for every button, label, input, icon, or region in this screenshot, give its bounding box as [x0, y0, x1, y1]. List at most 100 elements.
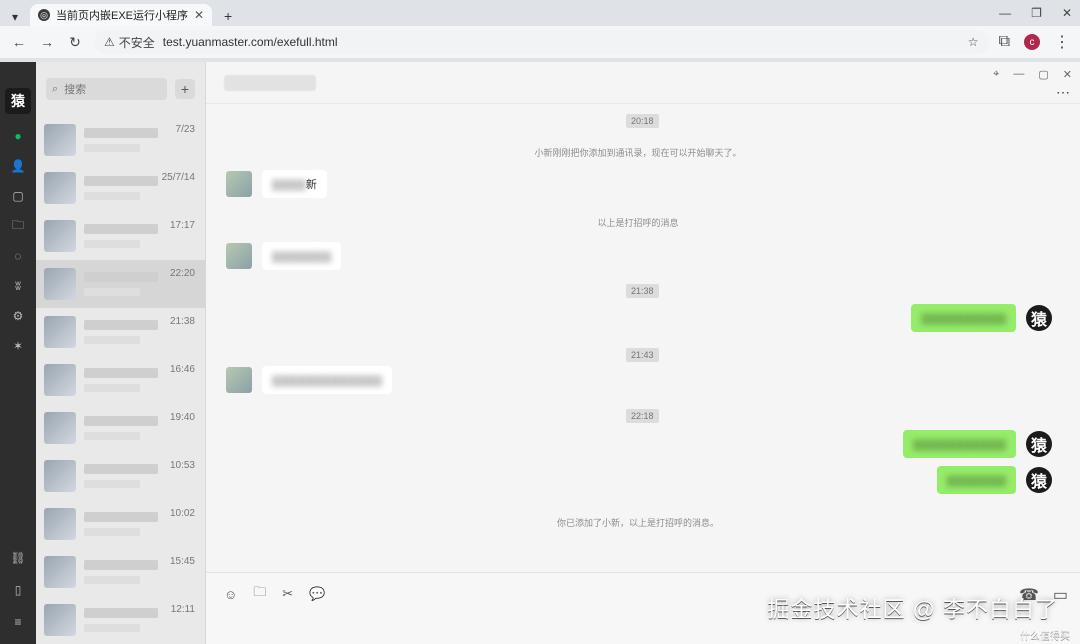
list-item[interactable]: 16:46	[36, 356, 205, 404]
timestamp: 20:18	[626, 114, 659, 128]
list-item-time: 15:45	[169, 556, 195, 567]
avatar	[44, 220, 76, 252]
message-bubble[interactable]: ▇▇▇▇▇▇▇▇▇▇▇	[902, 430, 1016, 458]
composer-tools: ☺ 🗀 ✂ 💬	[206, 581, 1080, 607]
message-area: 20:18 小新刚刚把你添加到通讯录，现在可以开始聊天了。 ▇▇▇▇ 新 以上是…	[206, 104, 1080, 572]
list-item-time: 25/7/14	[161, 172, 195, 183]
video-icon[interactable]: ▭	[1053, 585, 1068, 605]
sparkle-icon[interactable]: ✶	[10, 338, 26, 354]
more-icon[interactable]: ⋯	[1056, 84, 1070, 101]
scissors-icon[interactable]: ✂	[282, 586, 293, 602]
list-item[interactable]: 21:38	[36, 308, 205, 356]
chat-icon[interactable]: ●	[10, 128, 26, 144]
close-icon[interactable]: ✕	[1063, 68, 1072, 81]
watermark-subtext: 什么值得买	[1020, 631, 1070, 642]
folder-icon[interactable]: 🗀	[253, 583, 266, 605]
rail-bottom: ⛓ ▯ ≡	[10, 550, 26, 630]
back-icon[interactable]: ←	[10, 34, 28, 50]
menu-dots-icon[interactable]: ⋮	[1054, 32, 1070, 52]
reload-icon[interactable]: ↻	[66, 34, 84, 51]
list-item[interactable]: 17:17	[36, 212, 205, 260]
list-item[interactable]: 10:02	[36, 500, 205, 548]
link-icon[interactable]: ⛓	[10, 550, 26, 566]
close-tab-icon[interactable]: ✕	[194, 8, 204, 22]
message-bubble[interactable]: ▇▇▇▇▇▇▇	[936, 466, 1016, 494]
redacted-text: ▇▇▇▇	[272, 178, 306, 191]
list-item-time: 7/23	[175, 124, 195, 135]
preview-placeholder	[84, 528, 140, 536]
avatar	[226, 367, 252, 393]
close-window-icon[interactable]: ✕	[1062, 6, 1072, 20]
name-placeholder	[84, 128, 158, 138]
message-text: 新	[305, 179, 317, 191]
minimize-icon[interactable]: —	[1013, 68, 1024, 81]
pin-icon[interactable]: ⌖	[993, 68, 999, 81]
extensions-icon[interactable]: ⧉	[999, 33, 1010, 51]
forward-icon[interactable]: →	[38, 34, 56, 50]
redacted-text: ▇▇▇▇▇▇▇▇▇▇▇▇▇	[272, 374, 382, 387]
minimize-icon[interactable]: —	[999, 6, 1011, 20]
message-bubble[interactable]: ▇▇▇▇▇▇▇▇▇▇▇▇▇	[262, 366, 392, 394]
list-item-time: 19:40	[169, 412, 195, 423]
warning-icon: ⚠	[104, 35, 115, 49]
name-placeholder	[84, 464, 158, 474]
preview-placeholder	[84, 240, 140, 248]
butterfly-icon[interactable]: ʬ	[10, 278, 26, 294]
browser-tab[interactable]: ◎ 当前页内嵌EXE运行小程序 ✕	[30, 4, 213, 26]
list-item[interactable]: 10:53	[36, 452, 205, 500]
list-item-time: 22:20	[169, 268, 195, 279]
avatar	[44, 604, 76, 636]
name-placeholder	[84, 512, 158, 522]
avatar	[44, 316, 76, 348]
emoji-icon[interactable]: ☺	[224, 587, 237, 602]
preview-placeholder	[84, 192, 140, 200]
name-placeholder	[84, 368, 158, 378]
preview-placeholder	[84, 384, 140, 392]
list-item[interactable]: 7/23	[36, 116, 205, 164]
not-secure-label: 不安全	[118, 35, 155, 50]
list-item[interactable]: 12:11	[36, 596, 205, 644]
list-item[interactable]: 15:45	[36, 548, 205, 596]
phone-icon[interactable]: ▯	[10, 582, 26, 598]
name-placeholder	[84, 176, 158, 186]
name-placeholder	[84, 320, 158, 330]
aperture-icon[interactable]: ◌	[10, 248, 26, 264]
gear-icon[interactable]: ⚙	[10, 308, 26, 324]
redacted-text: ▇▇▇▇▇▇▇▇▇▇	[921, 312, 1006, 325]
address-bar[interactable]: ⚠ 不安全 test.yuanmaster.com/exefull.html ☆	[94, 30, 989, 54]
redacted-text: ▇▇▇▇▇▇▇▇▇▇▇	[912, 438, 1006, 451]
list-item[interactable]: 19:40	[36, 404, 205, 452]
contacts-icon[interactable]: 👤	[10, 158, 26, 174]
timestamp: 21:38	[626, 284, 659, 298]
self-avatar[interactable]: 猿	[5, 88, 31, 114]
message-bubble[interactable]: ▇▇▇▇▇▇▇	[262, 242, 342, 270]
search-input[interactable]: ⌕ 搜索	[46, 78, 167, 100]
box-icon[interactable]: ▢	[10, 188, 26, 204]
message-row: ▇▇▇▇▇▇▇▇▇▇▇▇▇	[226, 366, 392, 394]
avatar	[44, 460, 76, 492]
list-item[interactable]: 25/7/14	[36, 164, 205, 212]
tab-dropdown-button[interactable]: ▾	[6, 8, 24, 26]
new-tab-button[interactable]: +	[218, 6, 238, 26]
name-placeholder	[84, 416, 158, 426]
security-status[interactable]: ⚠ 不安全	[104, 34, 155, 51]
message-bubble[interactable]: ▇▇▇▇ 新	[262, 170, 327, 198]
list-item-time: 10:53	[169, 460, 195, 471]
profile-avatar[interactable]: c	[1024, 34, 1040, 50]
avatar	[44, 172, 76, 204]
avatar: 猿	[1026, 467, 1052, 493]
maximize-icon[interactable]: ▢	[1038, 68, 1048, 81]
message-row: ▇▇▇▇▇▇▇ 猿	[936, 466, 1052, 494]
avatar: 猿	[1026, 431, 1052, 457]
message-bubble[interactable]: ▇▇▇▇▇▇▇▇▇▇	[911, 304, 1016, 332]
star-icon[interactable]: ☆	[968, 35, 979, 49]
menu-icon[interactable]: ≡	[10, 614, 26, 630]
list-item-active[interactable]: 22:20	[36, 260, 205, 308]
speech-icon[interactable]: 💬	[309, 586, 325, 602]
folder-icon[interactable]: 🗀	[10, 218, 26, 234]
restore-icon[interactable]: ❐	[1031, 6, 1042, 20]
call-icon[interactable]: ☎	[1019, 585, 1039, 605]
add-chat-button[interactable]: +	[175, 79, 195, 99]
timestamp: 22:18	[626, 409, 659, 423]
system-message: 你已添加了小新，以上是打招呼的消息。	[556, 518, 720, 528]
